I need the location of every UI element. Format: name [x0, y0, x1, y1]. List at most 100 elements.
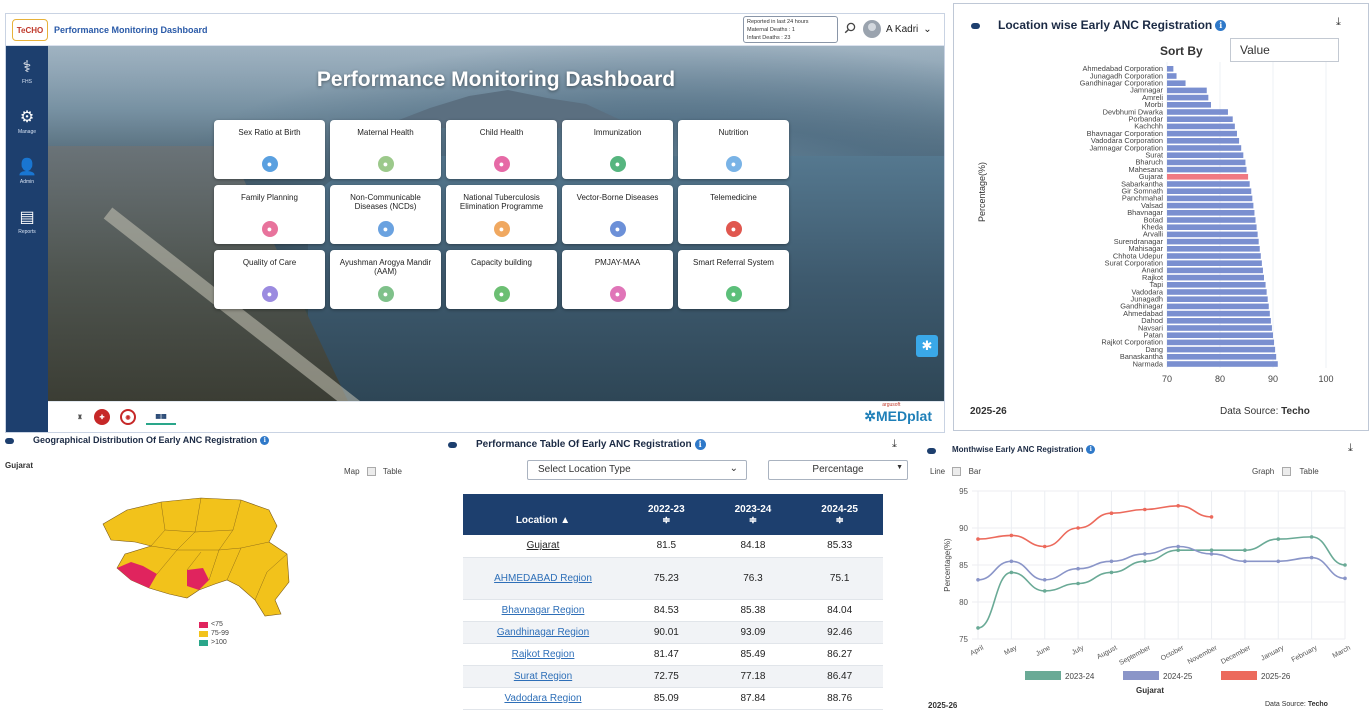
column-header-year[interactable]: 2024-25 ≑	[796, 494, 883, 535]
bar[interactable]	[1167, 73, 1177, 79]
info-icon[interactable]: i	[1215, 20, 1227, 32]
location-link[interactable]: Gujarat	[463, 535, 623, 558]
sidebar-item-reports[interactable]: ▤ Reports	[6, 198, 48, 246]
view-toggle[interactable]: Graph Table	[1252, 467, 1319, 477]
module-card[interactable]: Non-Communicable Diseases (NCDs) ●	[330, 185, 441, 244]
column-header-year[interactable]: 2023-24 ≑	[709, 494, 797, 535]
view-switch[interactable]	[366, 467, 376, 477]
download-icon[interactable]: ⤓	[892, 438, 897, 451]
bar[interactable]	[1167, 188, 1252, 194]
info-icon[interactable]: i	[694, 439, 706, 450]
view-switch[interactable]	[1282, 467, 1292, 477]
data-point[interactable]	[1176, 548, 1180, 552]
column-header-year[interactable]: 2022-23 ≑	[623, 494, 710, 535]
module-card[interactable]: Sex Ratio at Birth ●	[214, 120, 325, 179]
bar[interactable]	[1167, 202, 1254, 209]
bar[interactable]	[1167, 246, 1260, 252]
module-card[interactable]: Ayushman Arogya Mandir (AAM) ●	[330, 250, 441, 309]
data-point[interactable]	[1109, 570, 1114, 575]
sort-select[interactable]: Value	[1230, 38, 1339, 62]
chart-type-switch[interactable]	[952, 467, 962, 477]
data-point[interactable]	[1042, 589, 1047, 593]
bar[interactable]	[1167, 325, 1272, 331]
data-point[interactable]	[976, 537, 980, 541]
module-card[interactable]: Vector-Borne Diseases ●	[562, 185, 673, 244]
bar[interactable]	[1167, 174, 1249, 180]
module-card[interactable]: Maternal Health ●	[330, 120, 441, 179]
module-card[interactable]: Telemedicine ●	[678, 185, 789, 244]
data-point[interactable]	[1309, 535, 1314, 539]
sidebar-item-admin[interactable]: 👤 Admin	[6, 148, 48, 196]
series-line[interactable]	[977, 504, 1212, 548]
bar[interactable]	[1167, 310, 1270, 317]
bar[interactable]	[1167, 274, 1264, 281]
location-link[interactable]: AHMEDABAD Region	[463, 557, 623, 600]
bar[interactable]	[1167, 289, 1267, 295]
bar[interactable]	[1167, 152, 1244, 158]
location-link[interactable]: Gandhinagar Region	[463, 621, 623, 644]
sidebar-item-manage[interactable]: ⚙ Manage	[6, 98, 48, 146]
chart-type-toggle[interactable]: Line Bar	[930, 467, 981, 477]
location-link[interactable]: Surat Region	[463, 665, 623, 688]
data-point[interactable]	[1076, 566, 1080, 571]
data-point[interactable]	[1243, 548, 1247, 552]
data-point[interactable]	[1276, 559, 1281, 564]
info-icon[interactable]: i	[1086, 445, 1096, 455]
data-point[interactable]	[1176, 544, 1180, 549]
data-point[interactable]	[1309, 555, 1314, 560]
bar[interactable]	[1167, 267, 1263, 274]
bar[interactable]	[1167, 210, 1255, 216]
data-point[interactable]	[1143, 559, 1147, 564]
location-type-select[interactable]: Select Location Type ⌄	[527, 460, 747, 480]
data-point[interactable]	[1076, 581, 1080, 586]
bar[interactable]	[1167, 296, 1268, 302]
sidebar-item-fhs[interactable]: ⚕ FHS	[6, 48, 48, 96]
bar[interactable]	[1167, 102, 1211, 108]
bar[interactable]	[1167, 66, 1174, 72]
metric-select[interactable]: Percentage ▼	[768, 460, 908, 480]
bar[interactable]	[1167, 109, 1228, 115]
data-point[interactable]	[1243, 559, 1247, 564]
bar[interactable]	[1167, 238, 1259, 245]
data-point[interactable]	[1109, 559, 1114, 564]
bar[interactable]	[1167, 181, 1250, 187]
data-point[interactable]	[1109, 511, 1114, 515]
module-card[interactable]: Immunization ●	[562, 120, 673, 179]
bar[interactable]	[1167, 224, 1257, 230]
data-point[interactable]	[1042, 544, 1047, 549]
bar[interactable]	[1167, 166, 1247, 173]
bar[interactable]	[1167, 354, 1277, 360]
bar[interactable]	[1167, 361, 1278, 367]
user-menu[interactable]: A Kadri ⌄	[863, 20, 932, 38]
bar[interactable]	[1167, 231, 1258, 238]
bar[interactable]	[1167, 282, 1266, 288]
data-point[interactable]	[976, 626, 980, 630]
bar[interactable]	[1167, 80, 1186, 86]
location-link[interactable]: Vadodara Region	[463, 687, 623, 710]
module-card[interactable]: Family Planning ●	[214, 185, 325, 244]
bar[interactable]	[1167, 339, 1275, 346]
location-link[interactable]: Rajkot Region	[463, 643, 623, 666]
download-icon[interactable]: ⤓	[1336, 16, 1341, 29]
module-card[interactable]: Nutrition ●	[678, 120, 789, 179]
module-card[interactable]: National Tuberculosis Elimination Progra…	[446, 185, 557, 244]
series-line[interactable]	[977, 545, 1346, 581]
data-point[interactable]	[1009, 559, 1014, 564]
bar[interactable]	[1167, 87, 1207, 94]
bar[interactable]	[1167, 260, 1262, 266]
data-point[interactable]	[1343, 563, 1347, 567]
data-point[interactable]	[1176, 504, 1180, 508]
bar[interactable]	[1167, 346, 1276, 353]
brand[interactable]: TeCHO Performance Monitoring Dashboard	[12, 19, 208, 41]
data-point[interactable]	[1042, 578, 1047, 582]
gujarat-map[interactable]	[91, 490, 311, 620]
data-point[interactable]	[1143, 552, 1147, 556]
module-card[interactable]: Quality of Care ●	[214, 250, 325, 309]
module-card[interactable]: Child Health ●	[446, 120, 557, 179]
data-point[interactable]	[1009, 570, 1014, 575]
data-point[interactable]	[1009, 533, 1014, 538]
module-card[interactable]: Capacity building ●	[446, 250, 557, 309]
bar[interactable]	[1167, 130, 1237, 137]
data-point[interactable]	[976, 578, 980, 582]
data-point[interactable]	[1276, 537, 1281, 541]
